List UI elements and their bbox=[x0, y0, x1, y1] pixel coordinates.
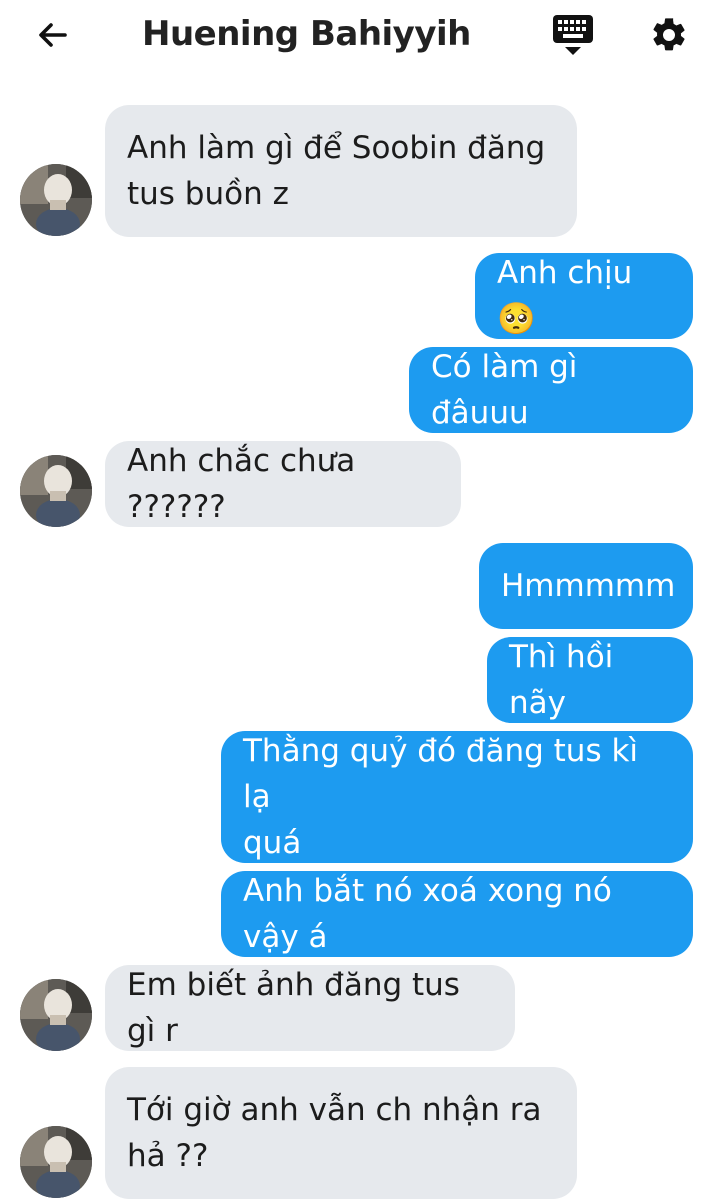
arrow-left-icon bbox=[39, 23, 67, 47]
gear-icon bbox=[653, 18, 685, 51]
message-text: Thì hồi nãy bbox=[509, 639, 624, 721]
keyboard-icon bbox=[553, 15, 593, 55]
chat-header: Huening Bahiyyih bbox=[0, 0, 717, 72]
message-bubble-outgoing[interactable]: Thì hồi nãy bbox=[487, 637, 693, 723]
chat-screen: Huening Bahiyyih Anh làm gì để Soobin đă… bbox=[0, 0, 717, 1200]
message-text: Em biết ảnh đăng tus gì r bbox=[127, 967, 470, 1049]
message-bubble-incoming[interactable]: Anh làm gì để Soobin đăng tus buồn z bbox=[105, 105, 577, 237]
message-bubble-outgoing[interactable]: Có làm gì đâuuu bbox=[409, 347, 693, 433]
message-bubble-outgoing[interactable]: Thằng quỷ đó đăng tus kì lạ quá bbox=[221, 731, 693, 863]
message-text: Anh bắt nó xoá xong nó vậy á bbox=[243, 873, 622, 955]
avatar[interactable] bbox=[20, 164, 92, 236]
message-bubble-incoming[interactable]: Tới giờ anh vẫn ch nhận ra hả ?? bbox=[105, 1067, 577, 1199]
back-button[interactable] bbox=[30, 12, 76, 58]
message-text: Anh làm gì để Soobin đăng tus buồn z bbox=[127, 130, 546, 212]
message-bubble-outgoing[interactable]: Anh chịu 🥺 bbox=[475, 253, 693, 339]
avatar[interactable] bbox=[20, 1126, 92, 1198]
message-text: Tới giờ anh vẫn ch nhận ra hả ?? bbox=[127, 1092, 542, 1174]
message-text: Anh chịu 🥺 bbox=[497, 255, 643, 337]
avatar[interactable] bbox=[20, 455, 92, 527]
message-text: Có làm gì đâuuu bbox=[431, 349, 588, 431]
message-text: Hmmmmm bbox=[501, 568, 676, 604]
page-title: Huening Bahiyyih bbox=[142, 14, 471, 54]
message-bubble-incoming[interactable]: Anh chắc chưa ?????? bbox=[105, 441, 461, 527]
message-bubble-outgoing[interactable]: Hmmmmm bbox=[479, 543, 693, 629]
message-bubble-incoming[interactable]: Em biết ảnh đăng tus gì r bbox=[105, 965, 515, 1051]
avatar[interactable] bbox=[20, 979, 92, 1051]
message-bubble-outgoing[interactable]: Anh bắt nó xoá xong nó vậy á bbox=[221, 871, 693, 957]
message-text: Anh chắc chưa ?????? bbox=[127, 443, 366, 525]
keyboard-toggle-button[interactable] bbox=[548, 10, 598, 60]
message-text: Thằng quỷ đó đăng tus kì lạ quá bbox=[243, 733, 639, 861]
settings-button[interactable] bbox=[644, 10, 694, 60]
